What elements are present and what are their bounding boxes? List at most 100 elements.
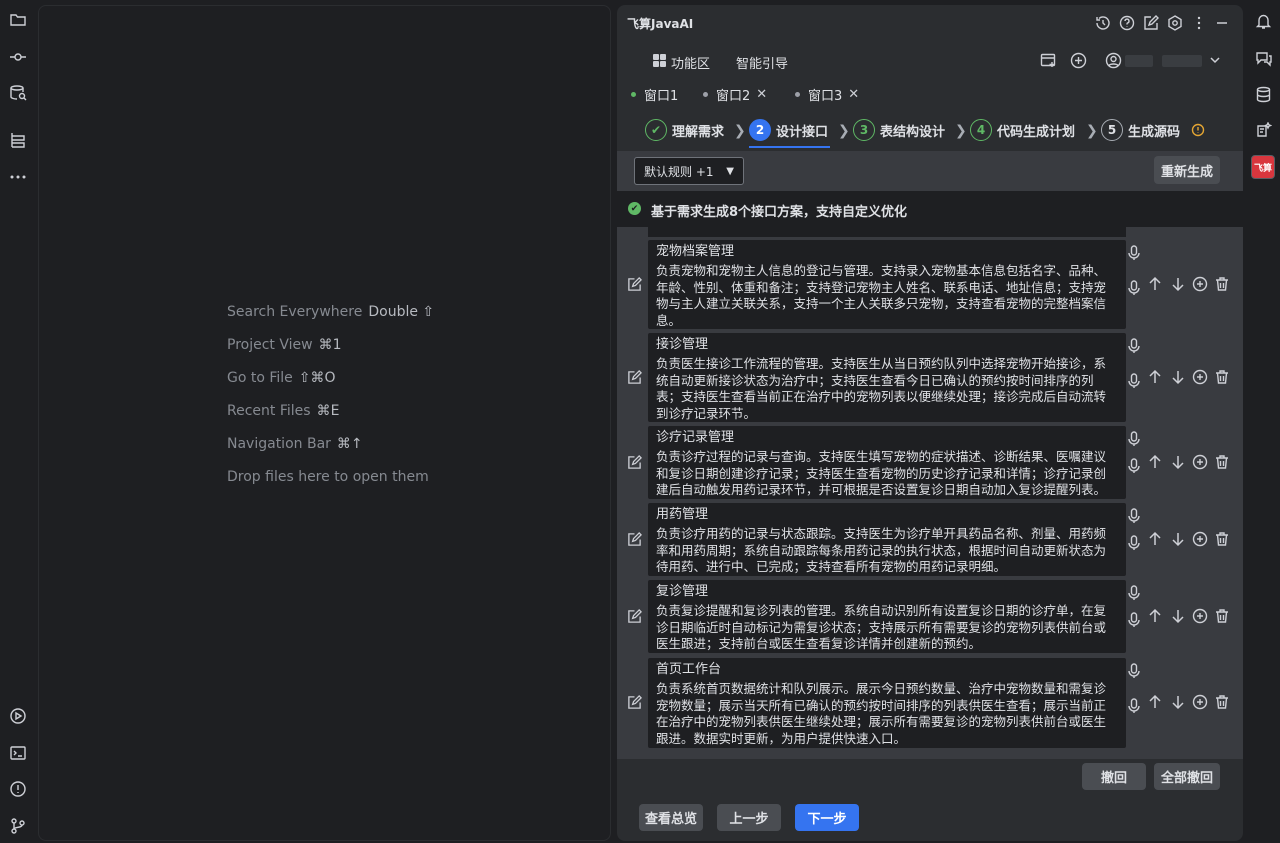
arrow-down-icon[interactable] xyxy=(1169,453,1187,471)
step-number: 3 xyxy=(853,119,875,141)
add-circle-icon[interactable] xyxy=(1191,453,1209,471)
add-circle-icon[interactable] xyxy=(1191,368,1209,386)
overview-button[interactable]: 查看总览 xyxy=(639,804,703,831)
terminal-icon[interactable] xyxy=(8,743,28,763)
api-card[interactable]: 首页工作台 负责系统首页数据统计和队列展示。展示今日预约数量、治疗中宠物数量和需… xyxy=(648,658,1126,748)
microphone-icon[interactable] xyxy=(1125,611,1143,629)
add-circle-icon[interactable] xyxy=(1191,607,1209,625)
delete-icon[interactable] xyxy=(1213,368,1231,386)
undo-all-button[interactable]: 全部撤回 xyxy=(1154,763,1220,790)
arrow-down-icon[interactable] xyxy=(1169,275,1187,293)
step-understand[interactable]: ✔ 理解需求 xyxy=(645,117,724,143)
card-description: 负责宠物和宠物主人信息的登记与管理。支持录入宠物基本信息包括名字、品种、年龄、性… xyxy=(656,263,1107,328)
add-circle-icon[interactable] xyxy=(1191,275,1209,293)
step-label: 代码生成计划 xyxy=(997,124,1076,140)
arrow-up-icon[interactable] xyxy=(1146,453,1164,471)
edit-icon[interactable] xyxy=(1142,14,1160,32)
hint-drop-files: Drop files here to open them xyxy=(227,469,429,485)
api-card[interactable]: 接诊管理 负责医生接诊工作流程的管理。支持医生从当日预约队列中选择宠物开始接诊，… xyxy=(648,333,1126,422)
microphone-icon[interactable] xyxy=(1125,584,1143,602)
arrow-up-icon[interactable] xyxy=(1146,275,1164,293)
delete-icon[interactable] xyxy=(1213,530,1231,548)
rule-select[interactable]: 默认规则 +1 ▼ xyxy=(634,157,744,185)
user-avatar-icon[interactable] xyxy=(1104,51,1122,69)
features-nav-button[interactable]: 功能区 xyxy=(671,53,710,72)
ai-chat-icon[interactable] xyxy=(1253,48,1273,68)
help-icon[interactable] xyxy=(1118,14,1136,32)
arrow-down-icon[interactable] xyxy=(1169,368,1187,386)
arrow-down-icon[interactable] xyxy=(1169,693,1187,711)
step-codegen-plan[interactable]: 4 代码生成计划 xyxy=(970,117,1075,143)
run-icon[interactable] xyxy=(8,706,28,726)
api-card[interactable]: 用药管理 负责诊疗用药的记录与状态跟踪。支持医生为诊疗单开具药品名称、剂量、用药… xyxy=(648,503,1126,576)
feisuan-logo-icon[interactable]: 飞算 xyxy=(1251,155,1275,179)
microphone-icon[interactable] xyxy=(1125,662,1143,680)
add-circle-icon[interactable] xyxy=(1069,51,1087,69)
commit-icon[interactable] xyxy=(8,47,28,67)
next-step-button[interactable]: 下一步 xyxy=(795,804,859,831)
edit-icon[interactable] xyxy=(625,693,643,711)
arrow-up-icon[interactable] xyxy=(1146,693,1164,711)
microphone-icon[interactable] xyxy=(1125,279,1143,297)
tab-window-2[interactable]: 窗口2 ✕ xyxy=(703,83,767,105)
guide-nav-button[interactable]: 智能引导 xyxy=(736,53,788,72)
arrow-up-icon[interactable] xyxy=(1146,368,1164,386)
git-branch-icon[interactable] xyxy=(8,816,28,836)
card-title: 首页工作台 xyxy=(656,662,722,677)
microphone-icon[interactable] xyxy=(1125,337,1143,355)
add-circle-icon[interactable] xyxy=(1191,530,1209,548)
close-icon[interactable]: ✕ xyxy=(756,87,767,102)
delete-icon[interactable] xyxy=(1213,693,1231,711)
arrow-up-icon[interactable] xyxy=(1146,530,1164,548)
api-card[interactable]: 诊疗记录管理 负责诊疗过程的记录与查询。支持医生填写宠物的症状描述、诊断结果、医… xyxy=(648,426,1126,499)
microphone-icon[interactable] xyxy=(1125,244,1143,262)
project-folder-icon[interactable] xyxy=(8,10,28,30)
delete-icon[interactable] xyxy=(1213,607,1231,625)
edit-icon[interactable] xyxy=(625,530,643,548)
history-icon[interactable] xyxy=(1094,14,1112,32)
microphone-icon[interactable] xyxy=(1125,372,1143,390)
chevron-down-icon[interactable] xyxy=(1206,51,1224,69)
edit-icon[interactable] xyxy=(625,607,643,625)
notifications-bell-icon[interactable] xyxy=(1253,11,1273,31)
new-window-icon[interactable] xyxy=(1039,51,1057,69)
structure-icon[interactable] xyxy=(8,130,28,150)
arrow-down-icon[interactable] xyxy=(1169,530,1187,548)
microphone-icon[interactable] xyxy=(1125,697,1143,715)
more-icon[interactable] xyxy=(8,167,28,187)
delete-icon[interactable] xyxy=(1213,453,1231,471)
database-search-icon[interactable] xyxy=(8,83,28,103)
warning-info-icon[interactable] xyxy=(1189,121,1207,139)
ai-assistant-icon[interactable] xyxy=(1253,120,1273,140)
prev-step-button[interactable]: 上一步 xyxy=(717,804,781,831)
step-design-api[interactable]: 2 设计接口 xyxy=(749,117,828,143)
settings-icon[interactable] xyxy=(1166,14,1184,32)
step-chevron-icon: ❯ xyxy=(1086,123,1098,139)
microphone-icon[interactable] xyxy=(1125,507,1143,525)
edit-icon[interactable] xyxy=(625,368,643,386)
add-circle-icon[interactable] xyxy=(1191,693,1209,711)
kebab-menu-icon[interactable] xyxy=(1190,14,1208,32)
step-table-design[interactable]: 3 表结构设计 xyxy=(853,117,945,143)
regenerate-button[interactable]: 重新生成 xyxy=(1154,156,1220,184)
microphone-icon[interactable] xyxy=(1125,534,1143,552)
close-icon[interactable]: ✕ xyxy=(848,87,859,102)
database-icon[interactable] xyxy=(1253,84,1273,104)
undo-button[interactable]: 撤回 xyxy=(1082,763,1146,790)
api-card[interactable]: 复诊管理 负责复诊提醒和复诊列表的管理。系统自动识别所有设置复诊日期的诊疗单，在… xyxy=(648,580,1126,653)
minimize-icon[interactable] xyxy=(1213,14,1231,32)
tab-window-1[interactable]: 窗口1 xyxy=(631,83,678,105)
previous-card-tail xyxy=(648,227,1126,237)
delete-icon[interactable] xyxy=(1213,275,1231,293)
card-description: 负责诊疗过程的记录与查询。支持医生填写宠物的症状描述、诊断结果、医嘱建议和复诊日… xyxy=(656,449,1107,497)
api-card[interactable]: 宠物档案管理 负责宠物和宠物主人信息的登记与管理。支持录入宠物基本信息包括名字、… xyxy=(648,240,1126,329)
arrow-up-icon[interactable] xyxy=(1146,607,1164,625)
microphone-icon[interactable] xyxy=(1125,430,1143,448)
edit-icon[interactable] xyxy=(625,275,643,293)
step-generate-source[interactable]: 5 生成源码 xyxy=(1101,117,1180,143)
tab-window-3[interactable]: 窗口3 ✕ xyxy=(795,83,859,105)
arrow-down-icon[interactable] xyxy=(1169,607,1187,625)
problems-icon[interactable] xyxy=(8,779,28,799)
edit-icon[interactable] xyxy=(625,453,643,471)
microphone-icon[interactable] xyxy=(1125,457,1143,475)
